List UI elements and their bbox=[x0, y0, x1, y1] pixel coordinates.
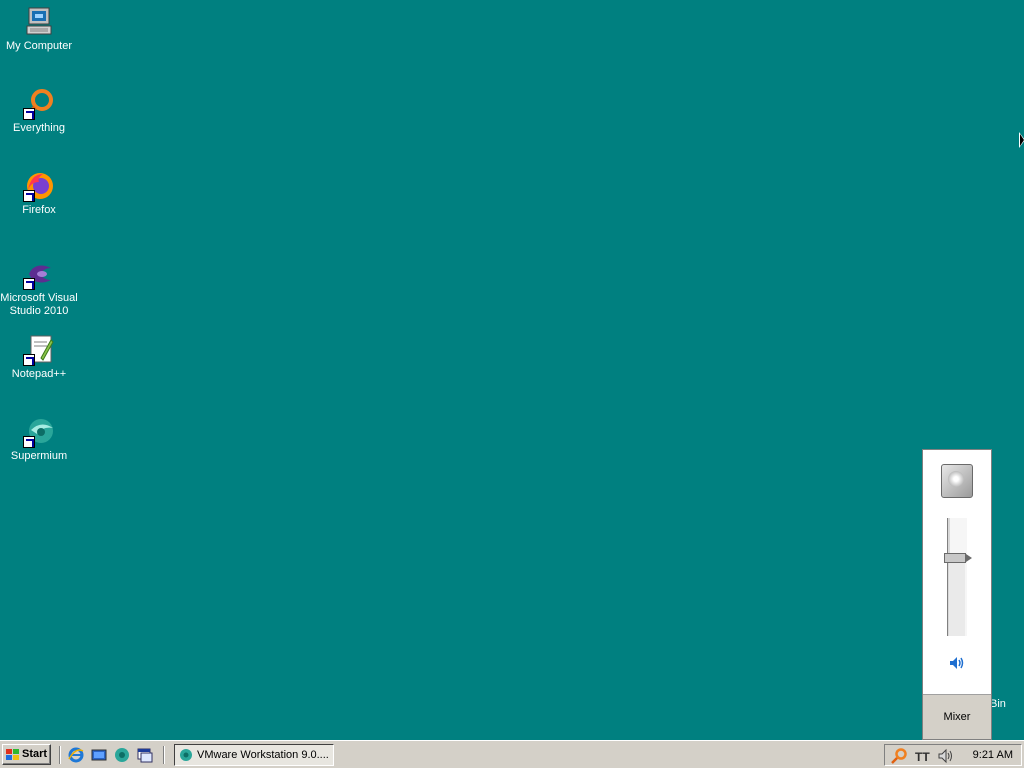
shortcut-arrow-icon bbox=[23, 108, 35, 120]
visual-studio-icon bbox=[23, 258, 55, 290]
mouse-pointer-icon bbox=[1019, 132, 1024, 148]
mute-toggle-icon[interactable] bbox=[949, 656, 965, 670]
notepad-plus-plus-icon bbox=[23, 334, 55, 366]
desktop-icon-firefox[interactable]: Firefox bbox=[0, 170, 78, 217]
desktop-icon-everything[interactable]: Everything bbox=[0, 88, 78, 135]
start-button[interactable]: Start bbox=[2, 744, 51, 765]
desktop-icon-label: Everything bbox=[13, 122, 65, 134]
desktop-icon-label: Microsoft Visual Studio 2010 bbox=[0, 292, 78, 317]
supermium-icon[interactable] bbox=[114, 747, 130, 763]
volume-popup: Mixer bbox=[922, 449, 992, 740]
volume-slider[interactable] bbox=[944, 518, 972, 636]
desktop-icon-my-computer[interactable]: My Computer bbox=[0, 6, 78, 53]
desktop-icon-label: Supermium bbox=[10, 450, 68, 462]
taskbar-button-vmware[interactable]: VMware Workstation 9.0.... bbox=[174, 744, 334, 766]
vmware-app-icon bbox=[179, 748, 193, 762]
shortcut-arrow-icon bbox=[23, 354, 35, 366]
desktop-icon-label: Notepad++ bbox=[11, 368, 67, 380]
firefox-icon bbox=[23, 170, 55, 202]
svg-text:TT: TT bbox=[915, 750, 930, 764]
desktop-icon-visual-studio[interactable]: Microsoft Visual Studio 2010 bbox=[0, 258, 78, 318]
desktop-icon-notepad-plus-plus[interactable]: Notepad++ bbox=[0, 334, 78, 381]
taskbar-separator bbox=[59, 746, 61, 764]
mixer-button[interactable]: Mixer bbox=[923, 694, 991, 739]
shortcut-arrow-icon bbox=[23, 190, 35, 202]
desktop-icon-label: Firefox bbox=[22, 204, 56, 216]
system-tray: TT 9:21 AM bbox=[884, 744, 1022, 766]
internet-explorer-icon[interactable] bbox=[68, 747, 84, 763]
volume-slider-thumb[interactable] bbox=[944, 552, 972, 563]
clock[interactable]: 9:21 AM bbox=[973, 745, 1013, 765]
search-icon[interactable] bbox=[891, 748, 907, 764]
speaker-device-icon[interactable] bbox=[941, 464, 973, 498]
volume-icon[interactable] bbox=[938, 748, 954, 764]
language-icon[interactable]: TT bbox=[914, 748, 930, 764]
show-desktop-icon[interactable] bbox=[91, 747, 107, 763]
desktop-icon-supermium[interactable]: Supermium bbox=[0, 416, 78, 463]
my-computer-icon bbox=[23, 6, 55, 38]
everything-search-icon bbox=[23, 88, 55, 120]
supermium-icon bbox=[23, 416, 55, 448]
volume-slider-fill bbox=[949, 557, 965, 636]
desktop-icon-label: My Computer bbox=[5, 40, 73, 52]
start-label: Start bbox=[22, 748, 48, 760]
shortcut-arrow-icon bbox=[23, 436, 35, 448]
taskbar-separator bbox=[163, 746, 165, 764]
taskbar-button-label: VMware Workstation 9.0.... bbox=[197, 749, 329, 761]
window-switcher-icon[interactable] bbox=[137, 747, 153, 763]
recycle-bin-label-partial[interactable]: Bin bbox=[990, 698, 1006, 710]
taskbar: Start VMware Workstation 9.0.... TT 9:21… bbox=[0, 740, 1024, 768]
shortcut-arrow-icon bbox=[23, 278, 35, 290]
desktop: My Computer Everything Firefox Microsoft… bbox=[0, 0, 1024, 740]
windows-logo-icon bbox=[6, 749, 20, 761]
